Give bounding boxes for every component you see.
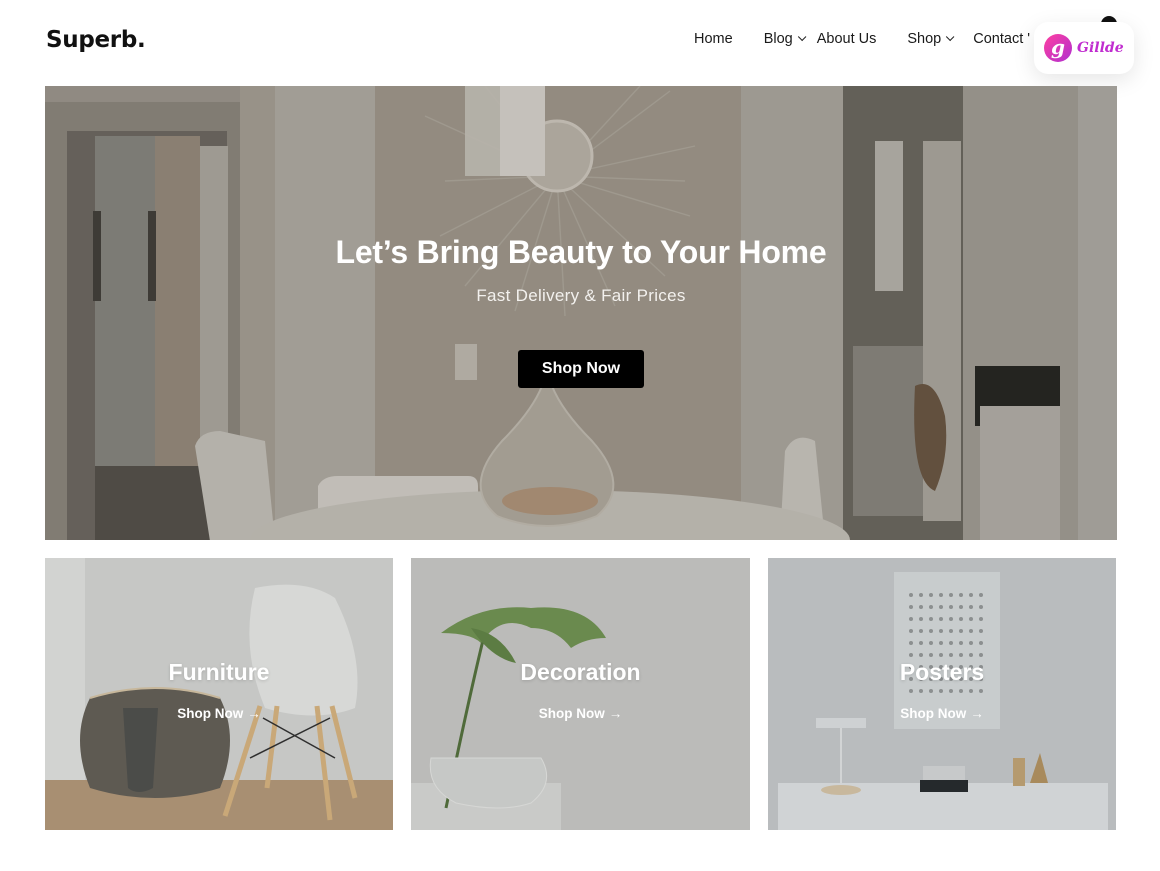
poster-dot — [949, 593, 953, 597]
hero-banner: Let’s Bring Beauty to Your Home Fast Del… — [45, 86, 1117, 540]
poster-dot — [949, 617, 953, 621]
poster-dot — [949, 629, 953, 633]
poster-dot — [909, 605, 913, 609]
poster-dot — [959, 653, 963, 657]
site-logo[interactable]: Superb. — [46, 27, 146, 53]
poster-dot — [979, 617, 983, 621]
arrow-right-icon: → — [247, 706, 261, 721]
poster-dot — [939, 593, 943, 597]
gillde-widget[interactable]: g Gillde — [1034, 22, 1134, 74]
poster-dot — [969, 653, 973, 657]
chevron-down-icon — [797, 32, 807, 42]
poster-dot — [959, 629, 963, 633]
poster-dot — [909, 653, 913, 657]
poster-dot — [919, 629, 923, 633]
poster-dot — [949, 653, 953, 657]
poster-dot — [979, 629, 983, 633]
poster-dot — [979, 605, 983, 609]
nav-item-label: Blog — [763, 31, 793, 47]
arrow-right-icon: → — [970, 706, 984, 721]
category-image-decoration — [411, 558, 750, 830]
poster-dot — [949, 641, 953, 645]
poster-dot — [979, 593, 983, 597]
poster-dot — [919, 641, 923, 645]
poster-dot — [969, 629, 973, 633]
poster-dot — [969, 689, 973, 693]
poster-dot — [979, 641, 983, 645]
nav-item-label: Contact ' — [973, 31, 1031, 47]
category-title: Decoration — [520, 659, 641, 685]
category-link-label: Shop Now — [538, 706, 605, 721]
poster-dot — [939, 617, 943, 621]
category-image-furniture — [45, 558, 393, 830]
nav-item-label: Home — [694, 31, 733, 47]
nav-item-about-us[interactable]: About Us — [817, 31, 877, 47]
poster-dot — [939, 641, 943, 645]
category-shop-now-link[interactable]: Shop Now → — [45, 706, 393, 721]
nav-item-contact[interactable]: Contact ' — [973, 31, 1030, 47]
poster-dot — [939, 605, 943, 609]
poster-dot — [919, 617, 923, 621]
chevron-down-icon — [946, 32, 955, 42]
poster-dot — [929, 593, 933, 597]
hero-subtitle: Fast Delivery & Fair Prices — [476, 286, 686, 305]
category-title: Posters — [899, 659, 985, 685]
poster-dot — [909, 689, 913, 693]
main-nav: Home Blog About Us Shop Contact ' — [694, 31, 1030, 47]
poster-dot — [979, 689, 983, 693]
poster-dot — [939, 653, 943, 657]
poster-dot — [929, 641, 933, 645]
poster-dot — [969, 605, 973, 609]
poster-dot — [909, 593, 913, 597]
gillde-brand-label: Gillde — [1077, 40, 1124, 56]
category-title: Furniture — [168, 659, 270, 685]
category-link-label: Shop Now — [177, 706, 244, 721]
poster-dot — [909, 629, 913, 633]
hero-shop-now-button[interactable]: Shop Now — [518, 350, 644, 388]
hero-overlay — [45, 86, 1117, 540]
poster-dot — [919, 605, 923, 609]
nav-item-blog[interactable]: Blog — [763, 31, 807, 47]
nav-item-shop[interactable]: Shop — [907, 31, 955, 47]
category-card-decoration[interactable]: Decoration Shop Now → — [411, 558, 750, 830]
category-card-furniture[interactable]: Furniture Shop Now → — [45, 558, 393, 830]
poster-dot — [959, 617, 963, 621]
poster-dot — [929, 617, 933, 621]
poster-dot — [979, 653, 983, 657]
poster-dot — [929, 653, 933, 657]
arrow-right-icon: → — [608, 706, 623, 721]
poster-dot — [929, 605, 933, 609]
nav-item-home[interactable]: Home — [694, 31, 733, 47]
poster-dot — [959, 641, 963, 645]
poster-dot — [929, 689, 933, 693]
poster-dot — [909, 617, 913, 621]
poster-dot — [909, 641, 913, 645]
nav-item-label: About Us — [816, 31, 877, 47]
category-link-label: Shop Now — [900, 706, 967, 721]
nav-item-label: Shop — [907, 31, 942, 47]
poster-dot — [969, 593, 973, 597]
hero-title: Let’s Bring Beauty to Your Home — [335, 234, 827, 270]
category-shop-now-link[interactable]: Shop Now → — [411, 706, 750, 721]
poster-dot — [969, 617, 973, 621]
gillde-logo-icon: g — [1044, 34, 1072, 62]
poster-dot — [919, 653, 923, 657]
category-shop-now-link[interactable]: Shop Now → — [768, 706, 1116, 721]
poster-dot — [919, 593, 923, 597]
site-header: Superb. Home Blog About Us Shop Contact … — [0, 0, 1160, 86]
poster-dot — [959, 605, 963, 609]
poster-dot — [959, 689, 963, 693]
poster-dot — [969, 641, 973, 645]
poster-dot — [929, 629, 933, 633]
category-card-posters[interactable]: Posters Shop Now → — [768, 558, 1116, 830]
poster-dot — [949, 605, 953, 609]
poster-dot — [939, 629, 943, 633]
poster-dot — [959, 593, 963, 597]
poster-dot — [939, 689, 943, 693]
poster-dot — [949, 689, 953, 693]
poster-dot — [919, 689, 923, 693]
category-image-posters — [768, 558, 1116, 830]
